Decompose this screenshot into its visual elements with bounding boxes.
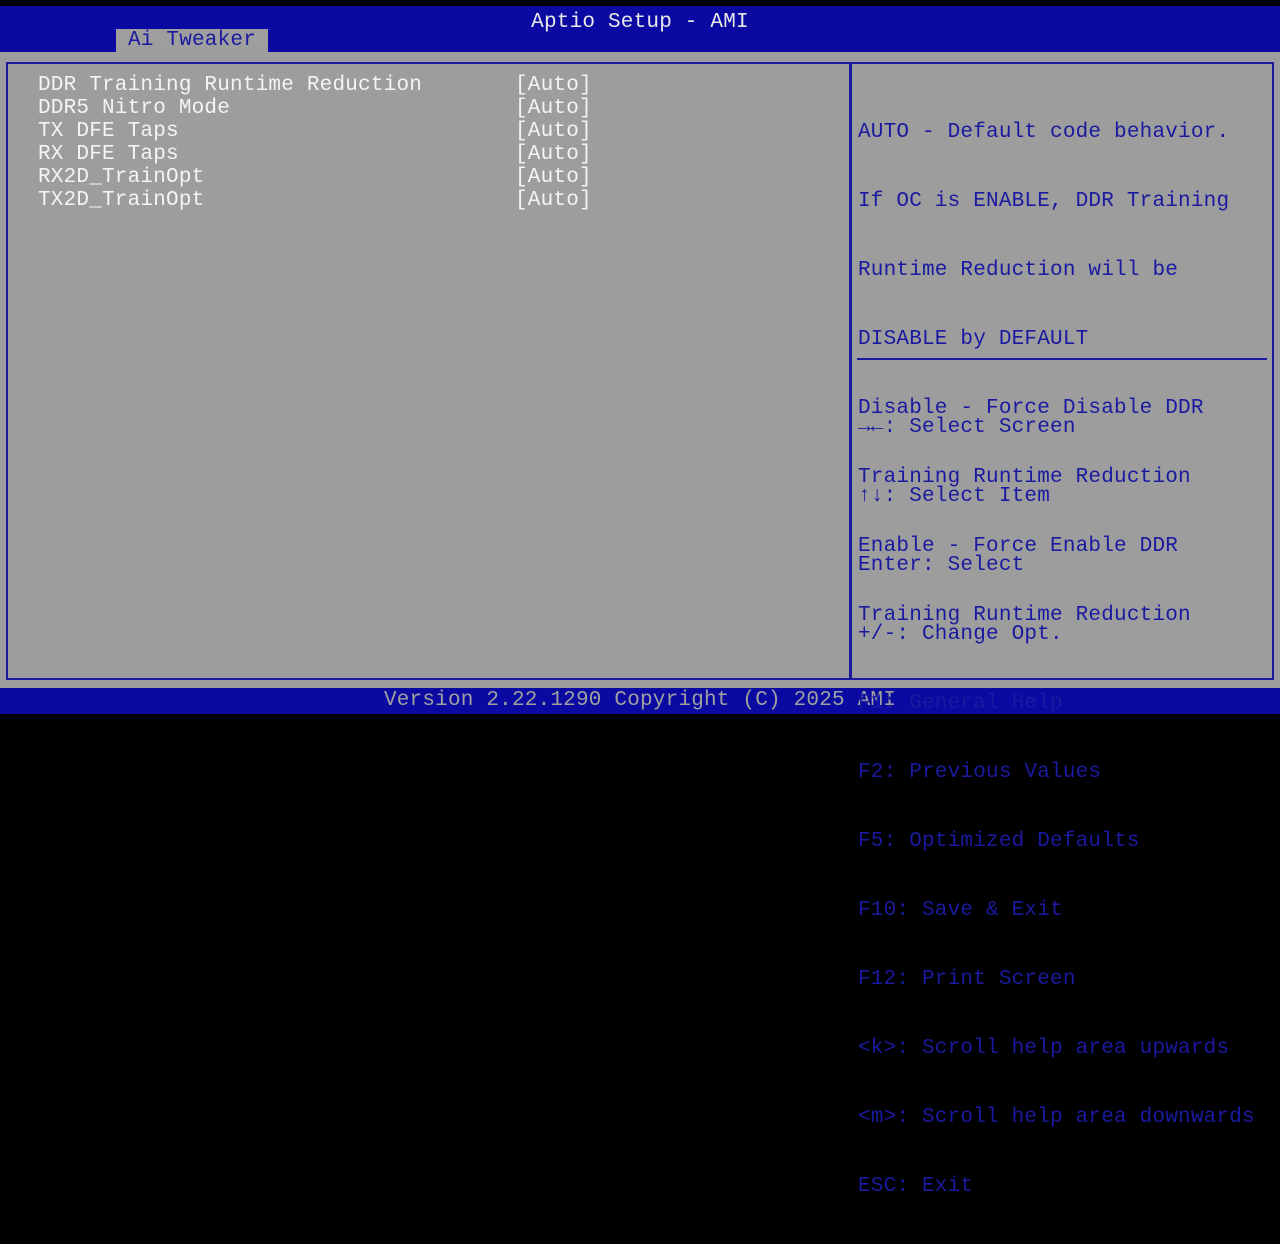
key-help-line: <k>: Scroll help area upwards [858, 1037, 1230, 1060]
setting-label: DDR Training Runtime Reduction [38, 74, 423, 97]
help-line: AUTO - Default code behavior. [858, 121, 1230, 144]
key-help-line: <m>: Scroll help area downwards [858, 1106, 1255, 1129]
key-help-line: Enter: Select [858, 554, 1025, 577]
setting-value[interactable]: [Auto] [515, 97, 592, 120]
setting-rx2d-trainopt[interactable]: RX2D_TrainOpt [Auto] [38, 166, 598, 189]
key-help-line: →←: Select Screen [858, 416, 1076, 439]
key-help-line: ↑↓: Select Item [858, 485, 1051, 508]
help-line: Runtime Reduction will be [858, 259, 1179, 282]
setting-tx-dfe-taps[interactable]: TX DFE Taps [Auto] [38, 120, 598, 143]
key-help-line: F12: Print Screen [858, 968, 1076, 991]
setting-tx2d-trainopt[interactable]: TX2D_TrainOpt [Auto] [38, 189, 598, 212]
key-help-line: F2: Previous Values [858, 761, 1102, 784]
setting-ddr5-nitro-mode[interactable]: DDR5 Nitro Mode [Auto] [38, 97, 598, 120]
setting-label: TX2D_TrainOpt [38, 189, 205, 212]
setting-value[interactable]: [Auto] [515, 189, 592, 212]
main-area: DDR Training Runtime Reduction [Auto] DDR… [0, 52, 1280, 1198]
key-help-line-f1: F1: General Help [858, 692, 1063, 715]
setting-value[interactable]: [Auto] [515, 166, 592, 189]
panel-divider [849, 62, 852, 680]
setting-value[interactable]: [Auto] [515, 120, 592, 143]
key-help-line: +/-: Change Opt. [858, 623, 1063, 646]
setting-label: RX DFE Taps [38, 143, 179, 166]
setting-rx-dfe-taps[interactable]: RX DFE Taps [Auto] [38, 143, 598, 166]
key-help-legend: →←: Select Screen ↑↓: Select Item Enter:… [858, 370, 1268, 1244]
setting-label: RX2D_TrainOpt [38, 166, 205, 189]
help-line: If OC is ENABLE, DDR Training [858, 190, 1230, 213]
tab-ai-tweaker[interactable]: Ai Tweaker [116, 29, 268, 52]
key-help-line: ESC: Exit [858, 1175, 974, 1198]
header-bar: Aptio Setup - AMI Ai Tweaker [0, 6, 1280, 52]
setting-value[interactable]: [Auto] [515, 74, 592, 97]
key-help-line: F5: Optimized Defaults [858, 830, 1140, 853]
key-help-line: F10: Save & Exit [858, 899, 1063, 922]
setting-value[interactable]: [Auto] [515, 143, 592, 166]
setting-label: DDR5 Nitro Mode [38, 97, 231, 120]
setting-label: TX DFE Taps [38, 120, 179, 143]
setting-ddr-training-runtime-reduction[interactable]: DDR Training Runtime Reduction [Auto] [38, 74, 598, 97]
help-line: DISABLE by DEFAULT [858, 328, 1089, 351]
